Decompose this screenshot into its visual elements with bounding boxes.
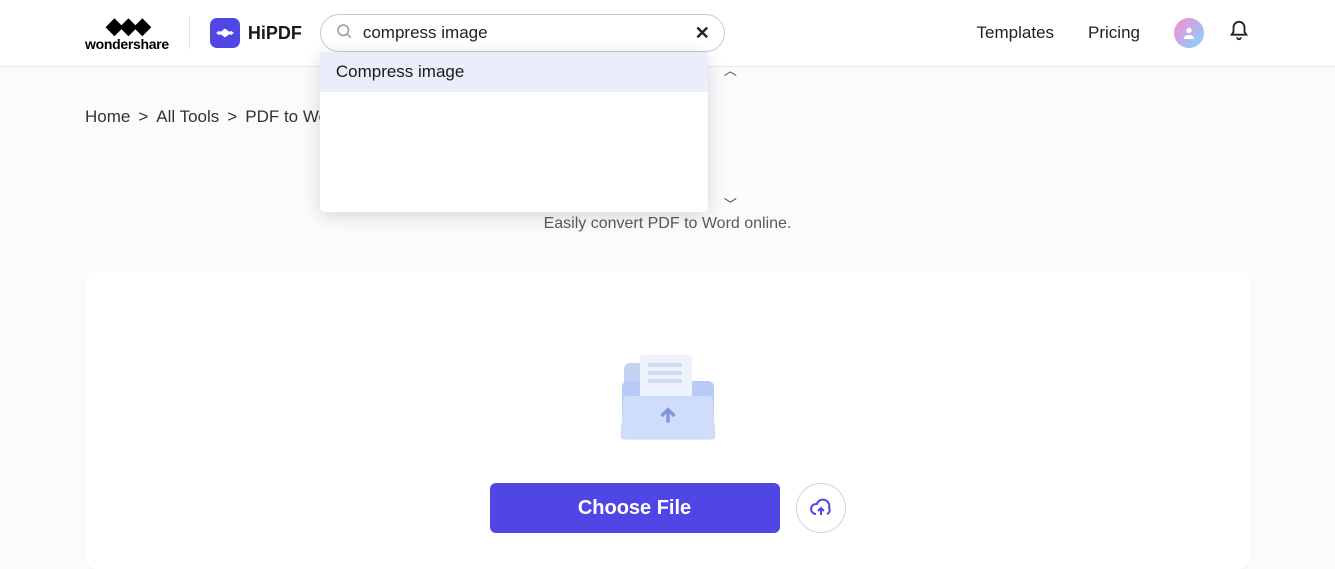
hipdf-logo[interactable]: HiPDF (210, 18, 302, 48)
close-icon: ✕ (695, 23, 710, 43)
search-bar[interactable]: ✕ (320, 14, 725, 52)
chevron-down-icon[interactable]: ﹀ (724, 194, 737, 213)
clear-search-button[interactable]: ✕ (695, 23, 710, 44)
notifications-button[interactable] (1228, 20, 1250, 47)
user-avatar[interactable] (1174, 18, 1204, 48)
user-icon (1181, 25, 1197, 41)
suggestion-item[interactable]: Compress image (320, 52, 708, 92)
wondershare-mark-icon: ◆◆◆ (106, 15, 148, 37)
breadcrumb-home[interactable]: Home (85, 107, 130, 127)
choose-file-button[interactable]: Choose File (490, 483, 780, 533)
header-divider (189, 17, 190, 49)
app-header: ◆◆◆ wondershare HiPDF ✕ Compress image ︿… (0, 0, 1335, 67)
nav-templates[interactable]: Templates (977, 23, 1054, 43)
cloud-upload-button[interactable] (796, 483, 846, 533)
breadcrumb-all-tools[interactable]: All Tools (156, 107, 219, 127)
page-subtitle: Easily convert PDF to Word online. (85, 215, 1250, 233)
hipdf-text: HiPDF (248, 23, 302, 44)
search-wrap: ✕ Compress image ︿ ﹀ (320, 14, 725, 52)
bell-icon (1228, 20, 1250, 42)
search-suggestions: Compress image (320, 52, 708, 212)
search-input[interactable] (353, 23, 695, 43)
cloud-upload-icon (809, 496, 833, 520)
wondershare-logo[interactable]: ◆◆◆ wondershare (85, 15, 169, 51)
folder-upload-icon (618, 347, 718, 439)
breadcrumb-sep: > (227, 107, 237, 127)
chevron-up-icon[interactable]: ︿ (724, 60, 737, 79)
hipdf-badge-icon (210, 18, 240, 48)
upload-actions: Choose File (490, 483, 846, 533)
search-icon (335, 22, 353, 45)
breadcrumb-sep: > (138, 107, 148, 127)
wondershare-text: wondershare (85, 37, 169, 51)
nav-pricing[interactable]: Pricing (1088, 23, 1140, 43)
upload-card[interactable]: Choose File (85, 271, 1250, 569)
